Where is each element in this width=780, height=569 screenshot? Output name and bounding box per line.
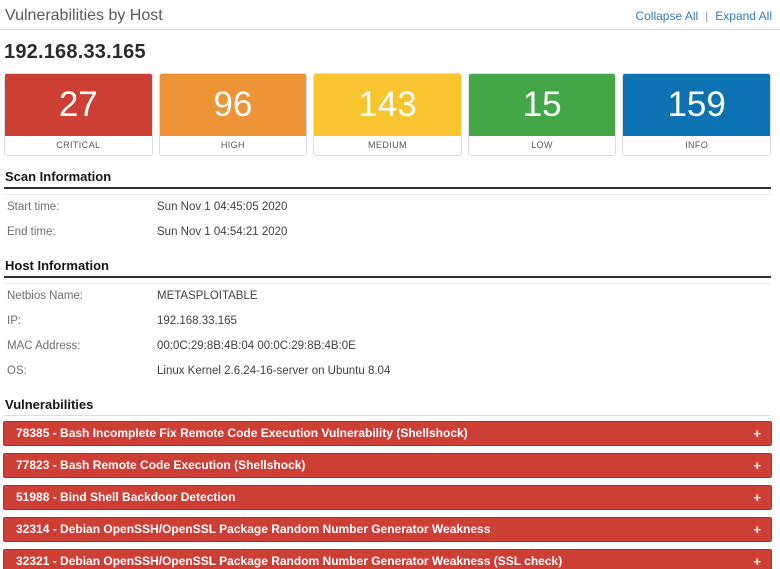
vulnerability-report-page: Vulnerabilities by Host Collapse All | Exp… [0,0,780,569]
severity-label: INFO [623,136,770,155]
severity-summary-row: 27 CRITICAL 96 HIGH 143 MEDIUM 15 LOW 15… [4,73,771,156]
vulnerability-bar[interactable]: 32314 - Debian OpenSSH/OpenSSL Package R… [3,517,772,542]
severity-count: 96 [159,74,307,136]
vulnerability-title: 32321 - Debian OpenSSH/OpenSSL Package R… [16,554,563,568]
vulnerabilities-section: Vulnerabilities [4,397,771,416]
vulnerability-title: 77823 - Bash Remote Code Execution (Shel… [16,458,306,472]
scan-information-section: Scan Information Start time: Sun Nov 1 0… [4,169,771,245]
severity-count: 159 [623,74,770,136]
severity-label: CRITICAL [5,136,152,155]
vulnerability-bar[interactable]: 77823 - Bash Remote Code Execution (Shel… [3,453,772,478]
info-row: IP: 192.168.33.165 [4,309,771,334]
info-row-label: Netbios Name: [7,290,84,302]
info-row-value: Sun Nov 1 04:54:21 2020 [157,226,288,238]
expand-all-link[interactable]: Expand All [715,9,772,23]
info-row: OS: Linux Kernel 2.6.24-16-server on Ubu… [4,359,771,384]
info-row-value: Linux Kernel 2.6.24-16-server on Ubuntu … [157,365,391,377]
report-header: Vulnerabilities by Host Collapse All | Exp… [0,0,780,30]
host-information-heading: Host Information [4,258,771,278]
severity-box: 15 LOW [467,73,617,156]
info-row-value: 192.168.33.165 [157,315,237,327]
vulnerability-title: 32314 - Debian OpenSSH/OpenSSL Package R… [16,522,491,536]
links-separator: | [705,8,709,23]
vulnerability-bar[interactable]: 51988 - Bind Shell Backdoor Detection + [3,485,772,510]
vulnerabilities-heading: Vulnerabilities [4,397,771,416]
collapse-all-link[interactable]: Collapse All [635,9,698,23]
vulnerability-title: 51988 - Bind Shell Backdoor Detection [16,490,236,504]
info-row-value: 00:0C:29:8B:4B:04 00:0C:29:8B:4B:0E [157,340,356,352]
page-title: Vulnerabilities by Host [5,6,163,24]
expand-plus-icon: + [753,490,761,505]
info-row: MAC Address: 00:0C:29:8B:4B:04 00:0C:29:… [4,334,771,359]
severity-box: 96 HIGH [158,73,308,156]
info-row-label: OS: [7,365,27,377]
expand-plus-icon: + [753,554,761,569]
host-information-table: Netbios Name: METASPLOITABLE IP: 192.168… [4,283,771,384]
info-row-label: End time: [7,226,56,238]
expand-plus-icon: + [753,458,761,473]
host-information-section: Host Information Netbios Name: METASPLOI… [4,258,771,384]
scan-information-table: Start time: Sun Nov 1 04:45:05 2020 End … [4,194,771,245]
severity-box: 27 CRITICAL [4,73,153,156]
info-row-label: MAC Address: [7,340,81,352]
info-row: Start time: Sun Nov 1 04:45:05 2020 [4,195,771,220]
severity-count: 15 [468,74,616,136]
severity-box: 143 MEDIUM [313,73,462,156]
info-row-value: METASPLOITABLE [157,290,258,302]
info-row: End time: Sun Nov 1 04:54:21 2020 [4,220,771,245]
expand-plus-icon: + [753,522,761,537]
severity-label: HIGH [159,136,307,155]
vulnerability-bar[interactable]: 78385 - Bash Incomplete Fix Remote Code … [3,421,772,446]
severity-box: 159 INFO [622,73,771,156]
info-row-value: Sun Nov 1 04:45:05 2020 [157,201,288,213]
expand-plus-icon: + [753,426,761,441]
info-row-label: IP: [7,315,22,327]
host-ip-heading: 192.168.33.165 [4,41,146,63]
info-row: Netbios Name: METASPLOITABLE [4,284,771,309]
vulnerability-bar[interactable]: 32321 - Debian OpenSSH/OpenSSL Package R… [3,549,772,569]
severity-label: LOW [468,136,616,155]
header-links: Collapse All | Expand All [635,9,772,23]
severity-count: 143 [314,74,461,136]
info-row-label: Start time: [7,201,60,213]
severity-label: MEDIUM [314,136,461,155]
severity-count: 27 [5,74,152,136]
vulnerability-list: 78385 - Bash Incomplete Fix Remote Code … [3,421,772,569]
vulnerability-title: 78385 - Bash Incomplete Fix Remote Code … [16,426,468,440]
scan-information-heading: Scan Information [4,169,771,189]
